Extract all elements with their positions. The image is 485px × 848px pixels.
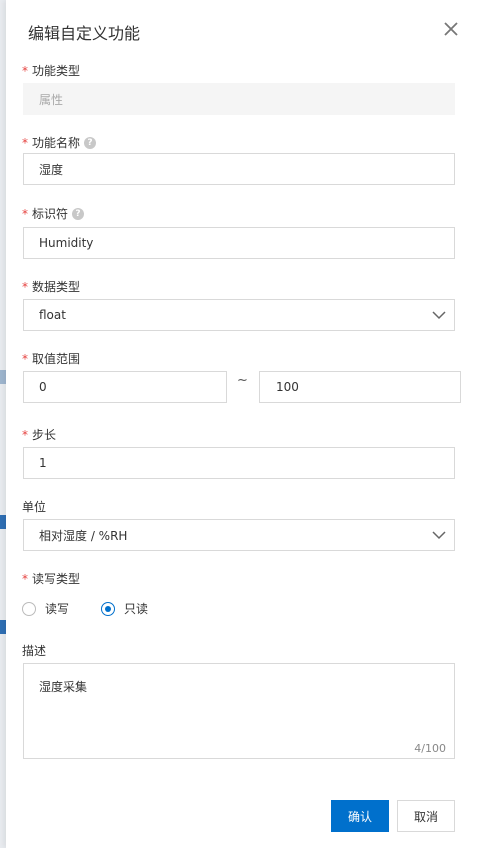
dialog-title: 编辑自定义功能 bbox=[28, 24, 141, 43]
range-separator: ~ bbox=[237, 373, 248, 388]
help-icon[interactable]: ? bbox=[72, 207, 85, 220]
range-min-value: 0 bbox=[39, 380, 47, 394]
required-marker: * bbox=[22, 206, 28, 221]
required-marker: * bbox=[22, 63, 28, 78]
step-value: 1 bbox=[39, 456, 47, 470]
function-name-label: * 功能名称 ? bbox=[22, 134, 97, 151]
chevron-down-icon bbox=[432, 309, 446, 324]
identifier-input[interactable]: Humidity bbox=[23, 227, 455, 259]
radio-read-only[interactable]: 只读 bbox=[101, 600, 148, 617]
description-textarea[interactable]: 湿度采集 4/100 bbox=[23, 663, 455, 759]
radio-read-write[interactable]: 读写 bbox=[22, 600, 69, 617]
unit-select[interactable]: 相对湿度 / %RH bbox=[23, 519, 455, 551]
required-marker: * bbox=[22, 135, 28, 150]
function-type-value: 属性 bbox=[39, 92, 64, 107]
close-icon[interactable] bbox=[443, 21, 461, 39]
step-label: * 步长 bbox=[22, 427, 57, 443]
identifier-label: * 标识符 ? bbox=[22, 205, 85, 222]
required-marker: * bbox=[22, 279, 28, 294]
value-range-label: * 取值范围 bbox=[22, 351, 81, 367]
data-type-label: * 数据类型 bbox=[22, 279, 81, 295]
required-marker: * bbox=[22, 427, 28, 442]
data-type-select[interactable]: float bbox=[23, 299, 455, 331]
data-type-value: float bbox=[39, 308, 66, 322]
description-label: 描述 bbox=[22, 644, 47, 658]
step-input[interactable]: 1 bbox=[23, 447, 455, 479]
radio-circle[interactable] bbox=[22, 601, 36, 616]
range-min-input[interactable]: 0 bbox=[23, 371, 227, 403]
identifier-value: Humidity bbox=[39, 236, 94, 250]
rw-type-label: * 读写类型 bbox=[22, 571, 81, 587]
radio-circle-selected[interactable] bbox=[101, 601, 116, 616]
radio-label: 读写 bbox=[45, 602, 70, 616]
description-value: 湿度采集 bbox=[39, 680, 88, 694]
rw-type-radio-group: 读写 只读 bbox=[22, 600, 148, 617]
unit-value: 相对湿度 / %RH bbox=[39, 528, 128, 543]
help-icon[interactable]: ? bbox=[84, 136, 97, 149]
range-max-input[interactable]: 100 bbox=[259, 371, 461, 403]
character-counter: 4/100 bbox=[414, 742, 446, 755]
required-marker: * bbox=[22, 571, 28, 586]
function-type-field: 属性 bbox=[23, 83, 455, 115]
function-type-label: * 功能类型 bbox=[22, 63, 81, 79]
chevron-down-icon bbox=[432, 529, 446, 544]
unit-label: 单位 bbox=[22, 500, 47, 514]
function-name-input[interactable]: 湿度 bbox=[23, 153, 455, 185]
required-marker: * bbox=[22, 351, 28, 366]
function-name-value: 湿度 bbox=[39, 162, 64, 177]
radio-label: 只读 bbox=[124, 602, 149, 616]
cancel-button[interactable]: 取消 bbox=[397, 800, 455, 832]
confirm-button[interactable]: 确认 bbox=[331, 800, 389, 832]
range-max-value: 100 bbox=[276, 380, 299, 394]
